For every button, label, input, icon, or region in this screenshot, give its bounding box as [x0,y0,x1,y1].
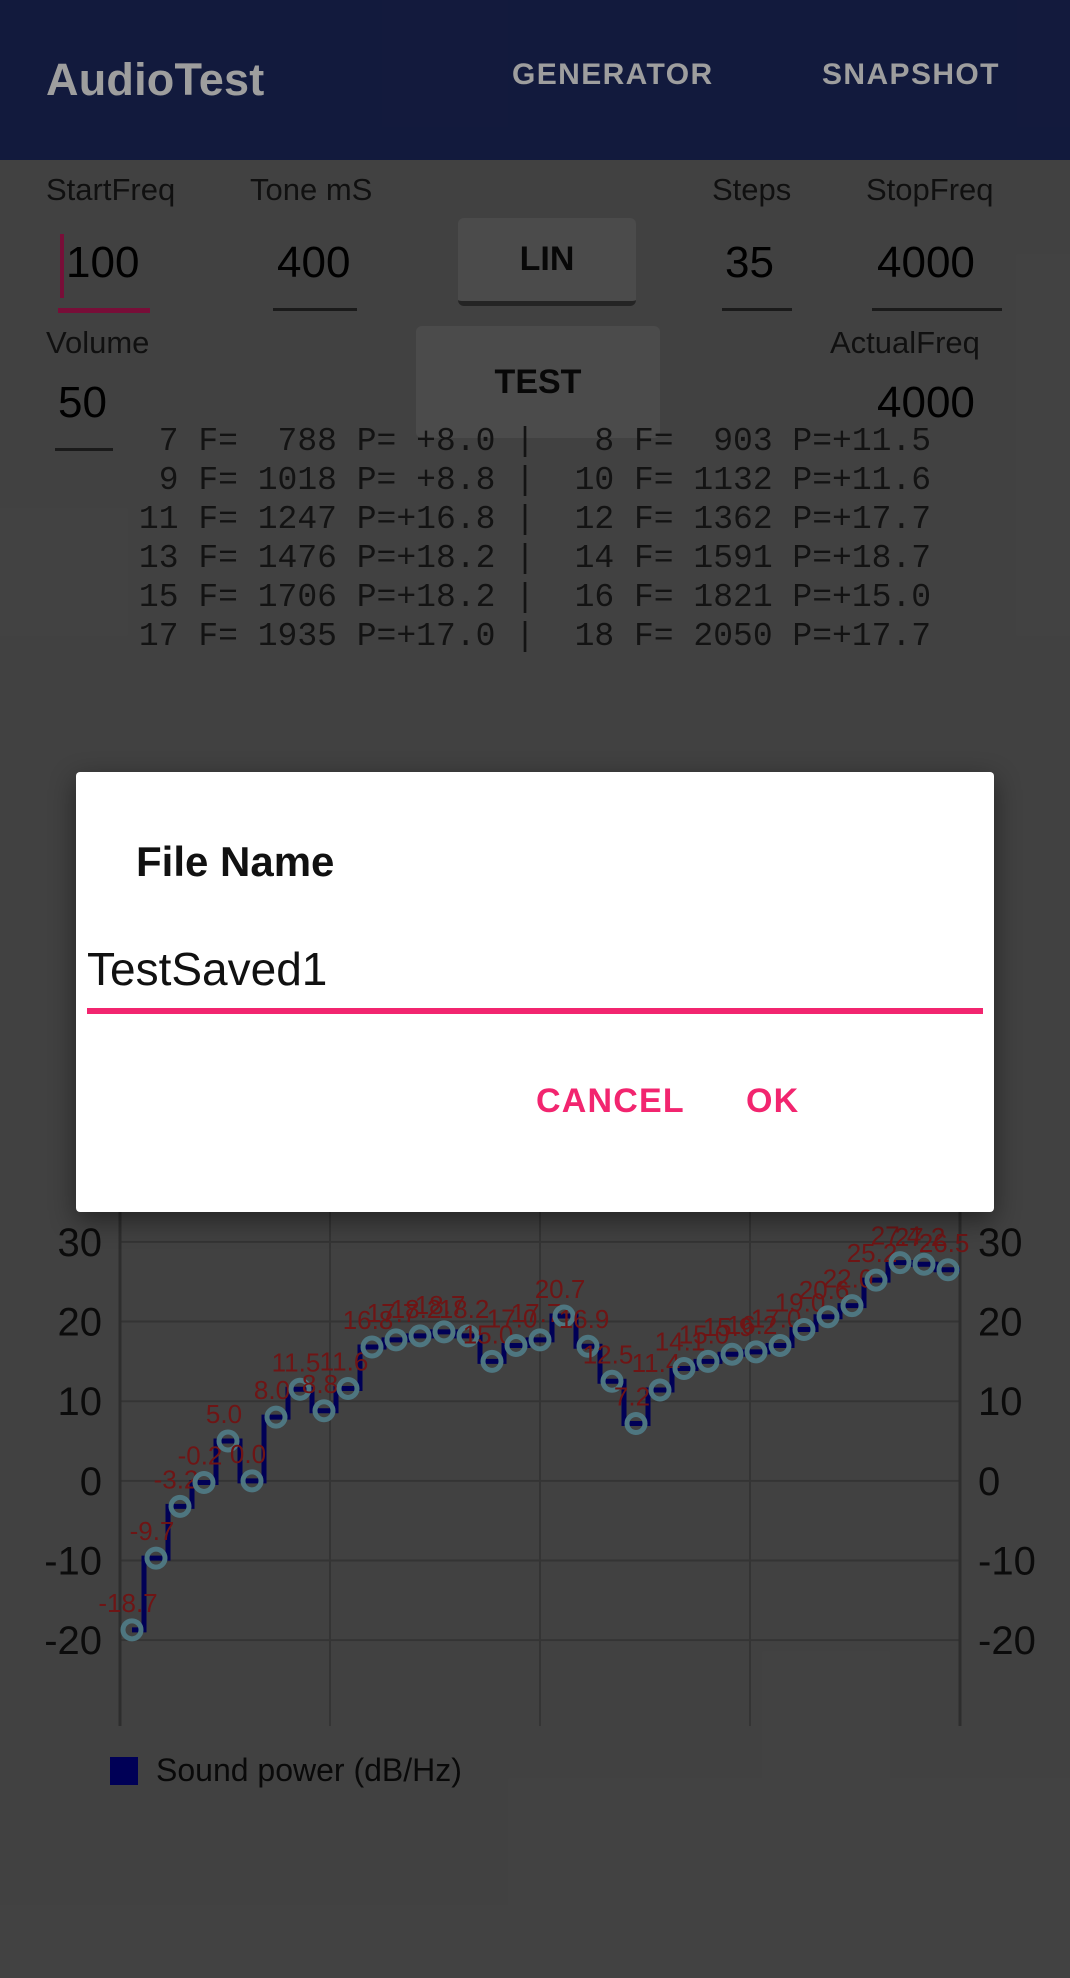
svg-text:-0.2: -0.2 [178,1440,223,1470]
app-bar: AudioTest GENERATOR SNAPSHOT [0,0,1070,160]
svg-text:-9.7: -9.7 [130,1516,175,1546]
svg-text:0: 0 [978,1460,1000,1504]
svg-text:11.6: 11.6 [320,1346,369,1376]
value-volume[interactable]: 50 [58,378,107,428]
lin-mode-button[interactable]: LIN [458,218,636,306]
value-tone-ms[interactable]: 400 [277,238,350,288]
svg-text:20: 20 [58,1301,103,1345]
app-title: AudioTest [46,54,265,105]
file-name-dialog: File Name CANCEL OK [76,772,994,1212]
svg-text:7.2: 7.2 [614,1382,650,1412]
screen: AudioTest GENERATOR SNAPSHOT StartFreq T… [0,0,1070,1978]
svg-text:20: 20 [978,1301,1023,1345]
chart-legend: Sound power (dB/Hz) [110,1752,462,1789]
svg-text:-10: -10 [978,1540,1036,1584]
underline-stop-freq [872,308,1002,311]
legend-label: Sound power (dB/Hz) [156,1752,462,1788]
svg-text:8.0: 8.0 [254,1375,290,1405]
svg-text:-18.7: -18.7 [98,1588,157,1618]
label-stop-freq: StopFreq [866,172,994,207]
underline-tone-ms [273,308,357,311]
dialog-title: File Name [136,838,335,885]
value-actual-freq: 4000 [877,378,975,427]
svg-text:26.5: 26.5 [919,1228,970,1258]
test-button-label: TEST [494,362,582,401]
file-name-input[interactable] [87,934,983,1004]
label-actual-freq: ActualFreq [830,325,980,360]
tab-generator[interactable]: GENERATOR [512,58,714,92]
ok-button[interactable]: OK [736,1068,809,1135]
measurement-log: 7 F= 788 P= +8.0 | 8 F= 903 P=+11.5 9 F=… [138,423,932,655]
tab-snapshot[interactable]: SNAPSHOT [822,58,1000,92]
svg-text:-20: -20 [978,1619,1036,1663]
svg-text:20.7: 20.7 [535,1274,586,1304]
underline-start-freq [58,308,150,313]
svg-text:12.5: 12.5 [583,1339,634,1369]
svg-text:30: 30 [58,1221,103,1265]
svg-text:0: 0 [80,1460,102,1504]
svg-text:16.9: 16.9 [559,1304,610,1334]
legend-swatch-icon [110,1756,138,1785]
svg-text:-20: -20 [44,1619,102,1663]
label-tone-ms: Tone mS [250,172,373,207]
chart-canvas: 30 3020 2010 100 0-10 -10-20 -20-18.7-9.7-3.2-… [44,1204,1036,1726]
sound-power-chart: 30 30 20 20 10 10 0 0 -10 -10 -20 -20 -18.7 -9.7 -3.2-… [0,1190,1070,1830]
label-start-freq: StartFreq [46,172,176,207]
text-cursor [60,234,64,298]
value-start-freq[interactable]: 100 [66,238,139,288]
value-steps[interactable]: 35 [725,238,774,288]
svg-text:10: 10 [978,1380,1023,1424]
svg-text:30: 30 [978,1221,1023,1265]
svg-text:0.0: 0.0 [230,1439,266,1469]
svg-text:5.0: 5.0 [206,1399,242,1429]
file-name-input-underline [87,1008,983,1014]
label-volume: Volume [46,325,150,360]
lin-mode-button-label: LIN [519,240,575,278]
value-stop-freq[interactable]: 4000 [877,238,975,288]
cancel-button[interactable]: CANCEL [526,1068,695,1135]
svg-text:-10: -10 [44,1540,102,1584]
svg-text:10: 10 [58,1380,103,1424]
underline-steps [722,308,792,311]
label-steps: Steps [712,172,792,207]
